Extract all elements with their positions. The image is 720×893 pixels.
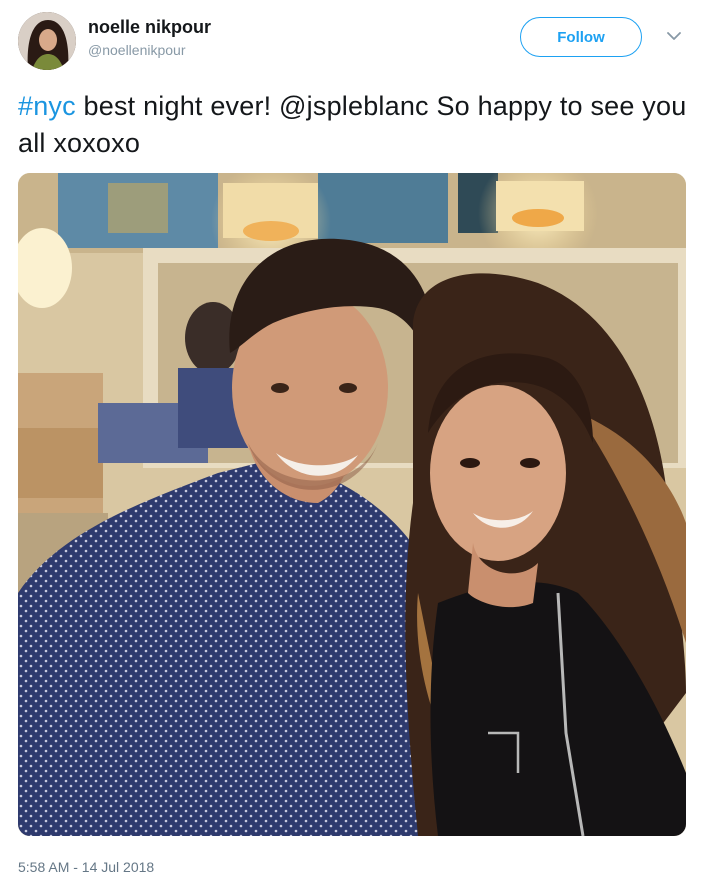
follow-button[interactable]: Follow	[520, 17, 642, 57]
tweet-body: best night ever! @jspleblanc So happy to…	[18, 91, 687, 158]
tweet-text: #nyc best night ever! @jspleblanc So hap…	[18, 88, 698, 162]
avatar[interactable]	[18, 12, 76, 70]
hashtag-link[interactable]: #nyc	[18, 91, 76, 121]
tweet-photo[interactable]	[18, 173, 686, 836]
tweet-header: noelle nikpour @noellenikpour Follow	[18, 12, 702, 70]
user-handle[interactable]: @noellenikpour	[88, 41, 211, 59]
user-names: noelle nikpour @noellenikpour	[88, 16, 211, 59]
tweet-timestamp[interactable]: 5:58 AM - 14 Jul 2018	[18, 859, 154, 875]
tweet-card: noelle nikpour @noellenikpour Follow #ny…	[0, 0, 720, 893]
display-name[interactable]: noelle nikpour	[88, 16, 211, 38]
chevron-down-icon[interactable]	[664, 26, 684, 46]
